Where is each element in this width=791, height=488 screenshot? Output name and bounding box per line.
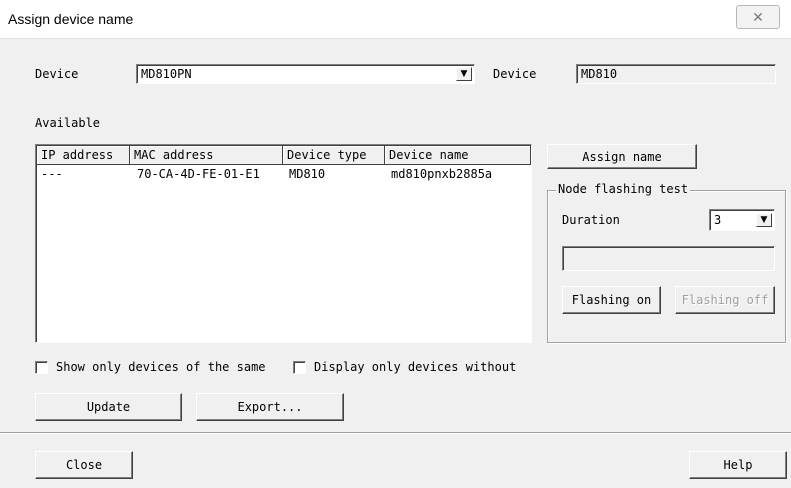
column-header-ip[interactable]: IP address	[37, 146, 130, 165]
column-header-device-name[interactable]: Device name	[385, 146, 531, 165]
update-button[interactable]: Update	[35, 393, 182, 421]
flashing-off-button[interactable]: Flashing off	[675, 286, 775, 314]
duration-select[interactable]: 3 ▼	[709, 209, 775, 231]
group-title: Node flashing test	[556, 182, 691, 196]
table-header: IP address MAC address Device type Devic…	[37, 146, 531, 165]
device-label-2: Device	[493, 67, 537, 81]
cell-device-name: md810pnxb2885a	[391, 167, 493, 181]
device-readonly-value: MD810	[581, 67, 618, 81]
cell-device-type: MD810	[289, 167, 326, 181]
show-same-type-label: Show only devices of the same	[56, 360, 266, 374]
cell-ip: ---	[41, 167, 63, 181]
without-name-checkbox[interactable]	[293, 361, 306, 374]
help-button[interactable]: Help	[689, 451, 787, 479]
close-icon[interactable]: ✕	[736, 5, 780, 29]
duration-label: Duration	[562, 213, 620, 227]
divider	[0, 432, 791, 434]
duration-value: 3	[714, 213, 722, 227]
device-table[interactable]: IP address MAC address Device type Devic…	[35, 144, 532, 343]
assign-name-button[interactable]: Assign name	[547, 144, 697, 169]
title-bar: Assign device name ✕	[0, 0, 791, 39]
device-select-value: MD810PN	[141, 67, 192, 81]
node-flashing-group: Node flashing test Duration 3 ▼ Flashing…	[547, 182, 786, 343]
device-readonly-field: MD810	[576, 64, 776, 84]
available-label: Available	[35, 116, 101, 130]
without-name-label: Display only devices without	[314, 360, 517, 374]
export-button[interactable]: Export...	[196, 393, 344, 421]
show-same-type-checkbox[interactable]	[35, 361, 48, 374]
chevron-down-icon[interactable]: ▼	[456, 67, 472, 81]
close-button[interactable]: Close	[35, 451, 133, 479]
flash-status-field	[562, 246, 775, 271]
device-label: Device	[35, 67, 79, 81]
column-header-mac[interactable]: MAC address	[130, 146, 283, 165]
table-row[interactable]: --- 70-CA-4D-FE-01-E1 MD810 md810pnxb288…	[37, 166, 531, 182]
window-title: Assign device name	[8, 11, 134, 27]
chevron-down-icon[interactable]: ▼	[756, 213, 772, 227]
cell-mac: 70-CA-4D-FE-01-E1	[137, 167, 260, 181]
device-select[interactable]: MD810PN ▼	[136, 64, 475, 84]
flashing-on-button[interactable]: Flashing on	[562, 286, 661, 314]
column-header-device-type[interactable]: Device type	[283, 146, 385, 165]
